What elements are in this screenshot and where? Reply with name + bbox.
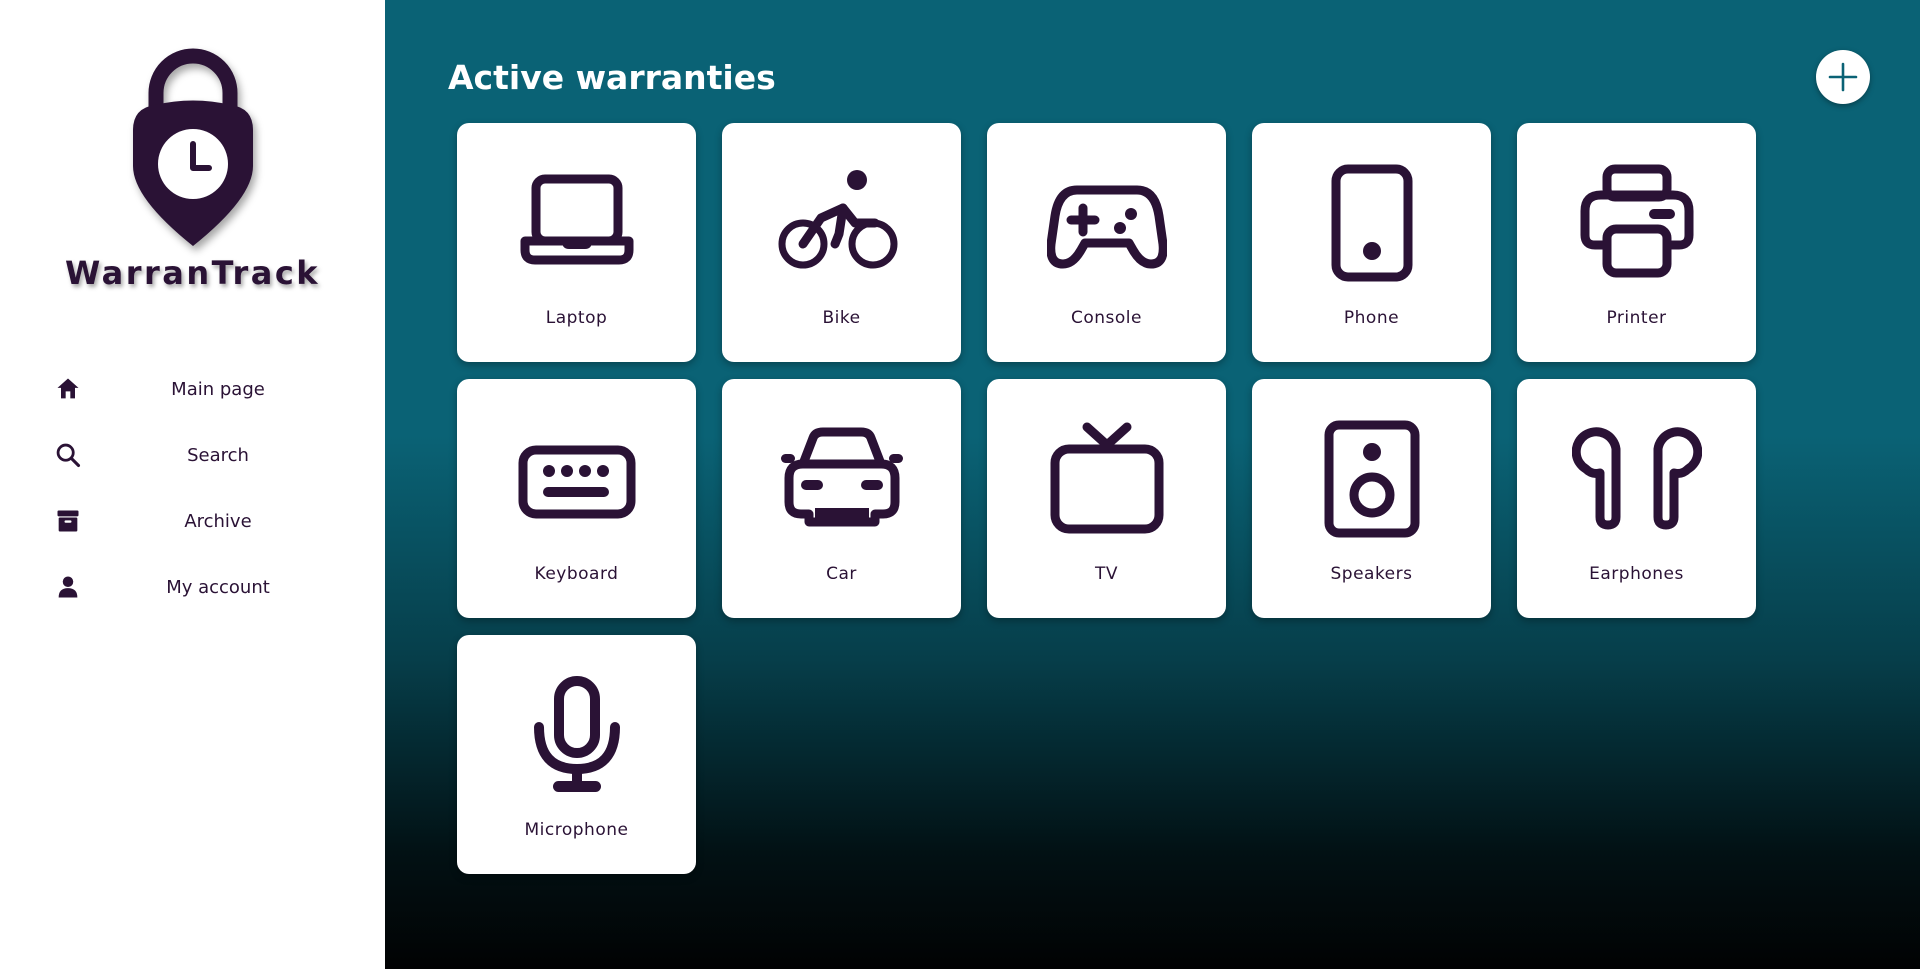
card-label: Console	[1071, 308, 1142, 328]
warranty-card-tv[interactable]: TV	[987, 379, 1226, 618]
phone-icon	[1331, 164, 1412, 282]
plus-icon	[1828, 62, 1858, 92]
card-label: TV	[1094, 564, 1118, 584]
archive-icon	[54, 507, 82, 535]
lock-clock-icon	[132, 48, 253, 246]
logo: WarranTrack	[0, 48, 385, 292]
home-icon	[54, 375, 82, 403]
card-label: Bike	[822, 308, 861, 328]
page-title: Active warranties	[448, 58, 776, 97]
nav-item-label: Search	[187, 444, 249, 466]
nav-item-label: My account	[166, 576, 270, 598]
nav-item-label: Main page	[171, 378, 265, 400]
nav-item-search[interactable]: Search	[0, 422, 385, 488]
nav-item-archive[interactable]: Archive	[0, 488, 385, 554]
warranty-card-laptop[interactable]: Laptop	[457, 123, 696, 362]
nav-item-main-page[interactable]: Main page	[0, 356, 385, 422]
user-icon	[54, 573, 82, 601]
search-icon	[54, 441, 82, 469]
sidebar: WarranTrack Main page Search Archive My …	[0, 0, 385, 969]
keyboard-icon	[518, 445, 635, 519]
card-label: Earphones	[1589, 564, 1684, 584]
gamepad-icon	[1046, 185, 1167, 269]
card-label: Car	[826, 564, 857, 584]
speaker-icon	[1324, 420, 1419, 538]
card-label: Microphone	[524, 820, 629, 840]
warranty-card-keyboard[interactable]: Keyboard	[457, 379, 696, 618]
car-icon	[780, 427, 903, 527]
brand-name: WarranTrack	[64, 254, 321, 292]
warranty-card-car[interactable]: Car	[722, 379, 961, 618]
laptop-icon	[520, 174, 633, 265]
bike-icon	[778, 170, 897, 269]
microphone-icon	[533, 676, 620, 792]
card-label: Speakers	[1330, 564, 1413, 584]
card-label: Laptop	[545, 308, 608, 328]
warranty-card-phone[interactable]: Phone	[1252, 123, 1491, 362]
warranty-card-console[interactable]: Console	[987, 123, 1226, 362]
card-label: Phone	[1343, 308, 1400, 328]
warranty-card-earphones[interactable]: Earphones	[1517, 379, 1756, 618]
warranty-card-speakers[interactable]: Speakers	[1252, 379, 1491, 618]
sidebar-nav: Main page Search Archive My account	[0, 356, 385, 620]
printer-icon	[1580, 164, 1693, 278]
nav-item-label: Archive	[184, 510, 252, 532]
warranty-card-microphone[interactable]: Microphone	[457, 635, 696, 874]
warranty-card-bike[interactable]: Bike	[722, 123, 961, 362]
earphones-icon	[1571, 427, 1702, 530]
card-label: Keyboard	[534, 564, 619, 584]
add-warranty-button[interactable]	[1816, 50, 1870, 104]
nav-item-my-account[interactable]: My account	[0, 554, 385, 620]
card-label: Printer	[1606, 308, 1667, 328]
tv-icon	[1050, 422, 1163, 534]
warranty-grid: Laptop Bike Console Phone Printer Keyboa…	[457, 123, 1756, 874]
main-content: Active warranties Laptop Bike Console Ph…	[385, 0, 1920, 969]
warranty-card-printer[interactable]: Printer	[1517, 123, 1756, 362]
